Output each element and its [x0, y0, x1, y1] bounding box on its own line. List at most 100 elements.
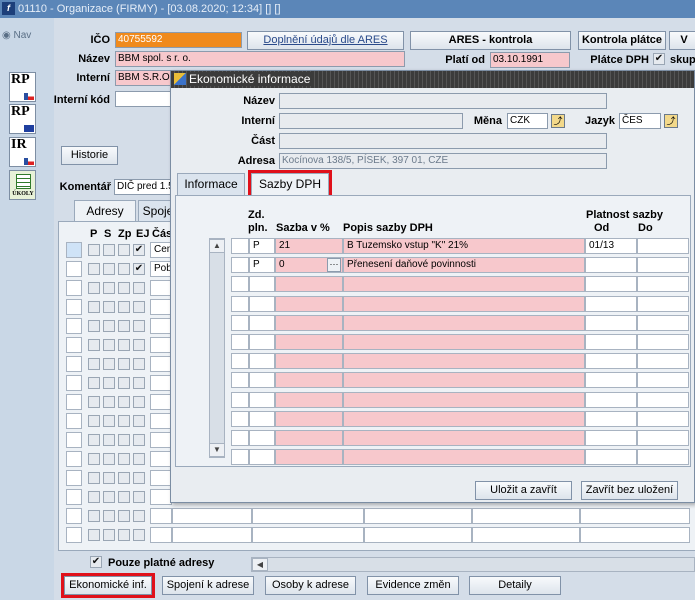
ares-fill-button[interactable]: Doplnění údajů dle ARES: [247, 31, 404, 50]
address-s-checkbox[interactable]: [103, 320, 115, 332]
address-p-checkbox[interactable]: [88, 244, 100, 256]
vat-zd-pln-cell[interactable]: [249, 430, 275, 446]
jazyk-field[interactable]: ČES: [619, 113, 661, 129]
address-ej-checkbox[interactable]: [133, 301, 145, 313]
vat-do-cell[interactable]: [637, 391, 689, 408]
address-ej-checkbox[interactable]: [133, 453, 145, 465]
address-zp-checkbox[interactable]: [118, 282, 130, 294]
address-cast-cell[interactable]: Cen: [150, 242, 172, 258]
address-p-checkbox[interactable]: [88, 529, 100, 541]
vat-od-cell[interactable]: [585, 334, 637, 350]
dialog-title-bar[interactable]: Ekonomické informace: [171, 71, 694, 88]
vat-do-cell[interactable]: [637, 334, 689, 350]
vat-sazba-cell[interactable]: [275, 334, 343, 350]
save-close-button[interactable]: Uložit a zavřít: [475, 481, 572, 500]
vat-row-selector[interactable]: [231, 391, 249, 408]
close-no-save-button[interactable]: Zavřít bez uložení: [581, 481, 678, 500]
address-cast-cell[interactable]: [150, 280, 172, 296]
address-s-checkbox[interactable]: [103, 415, 115, 427]
plati-od-field[interactable]: 03.10.1991: [490, 52, 570, 68]
address-cell[interactable]: [580, 527, 690, 543]
vat-zd-pln-cell[interactable]: [249, 276, 275, 293]
address-zp-checkbox[interactable]: [118, 434, 130, 446]
address-cast-cell[interactable]: Pob: [150, 261, 172, 277]
vat-od-cell[interactable]: [585, 430, 637, 446]
interni-field[interactable]: BBM S.R.O: [115, 70, 171, 86]
address-s-checkbox[interactable]: [103, 339, 115, 351]
address-cast-cell[interactable]: [150, 356, 172, 372]
vat-row-selector[interactable]: [231, 334, 249, 350]
vat-row-selector[interactable]: [231, 372, 249, 389]
vat-do-cell[interactable]: [637, 295, 689, 312]
address-ej-checkbox[interactable]: [133, 529, 145, 541]
vat-popis-cell[interactable]: [343, 430, 585, 446]
address-cast-cell[interactable]: [150, 337, 172, 353]
address-p-checkbox[interactable]: [88, 358, 100, 370]
address-cell[interactable]: [364, 527, 472, 543]
address-s-checkbox[interactable]: [103, 358, 115, 370]
vat-zd-pln-cell[interactable]: [249, 314, 275, 331]
vat-row-selector[interactable]: [231, 276, 249, 293]
address-cell[interactable]: [252, 527, 364, 543]
row-selector[interactable]: [66, 527, 82, 543]
vat-zd-pln-cell[interactable]: [249, 334, 275, 350]
komentar-field[interactable]: DIČ pred 1.5: [114, 179, 171, 195]
address-cell[interactable]: [472, 508, 580, 524]
vat-popis-cell[interactable]: [343, 314, 585, 331]
address-s-checkbox[interactable]: [103, 377, 115, 389]
address-cell[interactable]: [172, 527, 252, 543]
vat-od-cell[interactable]: [585, 295, 637, 312]
vat-sazba-cell[interactable]: [275, 391, 343, 408]
vat-od-cell[interactable]: [585, 410, 637, 427]
address-cell[interactable]: [252, 508, 364, 524]
address-zp-checkbox[interactable]: [118, 263, 130, 275]
address-ej-checkbox[interactable]: [133, 377, 145, 389]
address-p-checkbox[interactable]: [88, 415, 100, 427]
address-ej-checkbox[interactable]: [133, 510, 145, 522]
vat-do-cell[interactable]: [637, 410, 689, 427]
vat-row-selector[interactable]: [231, 449, 249, 466]
row-selector[interactable]: [66, 261, 82, 277]
only-valid-checkbox[interactable]: [90, 556, 102, 568]
address-zp-checkbox[interactable]: [118, 301, 130, 313]
address-s-checkbox[interactable]: [103, 453, 115, 465]
mena-field[interactable]: CZK: [507, 113, 548, 129]
row-selector[interactable]: [66, 413, 82, 429]
address-ej-checkbox[interactable]: [133, 434, 145, 446]
address-s-checkbox[interactable]: [103, 244, 115, 256]
evidence-zmen-button[interactable]: Evidence změn: [367, 576, 459, 595]
dlg-interni-field[interactable]: [279, 113, 463, 129]
address-ej-checkbox[interactable]: [133, 282, 145, 294]
vat-zd-pln-cell[interactable]: P: [249, 238, 275, 254]
address-cast-cell[interactable]: [150, 413, 172, 429]
address-cell[interactable]: [364, 508, 472, 524]
ico-field[interactable]: 40755592: [115, 32, 242, 48]
ares-check-button[interactable]: ARES - kontrola: [410, 31, 571, 50]
vat-popis-cell[interactable]: [343, 334, 585, 350]
detaily-button[interactable]: Detaily: [469, 576, 561, 595]
row-selector[interactable]: [66, 356, 82, 372]
address-cast-cell[interactable]: [150, 451, 172, 467]
vat-vscrollbar[interactable]: ▲ ▼: [209, 238, 225, 458]
address-p-checkbox[interactable]: [88, 263, 100, 275]
vat-popis-cell[interactable]: [343, 276, 585, 293]
address-zp-checkbox[interactable]: [118, 396, 130, 408]
vat-zd-pln-cell[interactable]: [249, 410, 275, 427]
scroll-down-icon[interactable]: ▼: [209, 443, 225, 457]
vat-do-cell[interactable]: [637, 430, 689, 446]
vat-od-cell[interactable]: 01/13: [585, 238, 637, 254]
address-cast-cell[interactable]: [150, 299, 172, 315]
address-ej-checkbox[interactable]: [133, 320, 145, 332]
tab-adresy[interactable]: Adresy: [74, 200, 136, 222]
vat-sazba-cell[interactable]: [275, 430, 343, 446]
row-selector[interactable]: [66, 299, 82, 315]
spojeni-button[interactable]: Spojení k adrese: [162, 576, 254, 595]
address-p-checkbox[interactable]: [88, 282, 100, 294]
vat-popis-cell[interactable]: [343, 295, 585, 312]
vat-zd-pln-cell[interactable]: [249, 295, 275, 312]
address-cast-cell[interactable]: [150, 375, 172, 391]
vat-do-cell[interactable]: [637, 257, 689, 274]
vat-do-cell[interactable]: [637, 238, 689, 254]
sazba-lookup-icon[interactable]: ···: [327, 258, 341, 273]
address-p-checkbox[interactable]: [88, 472, 100, 484]
